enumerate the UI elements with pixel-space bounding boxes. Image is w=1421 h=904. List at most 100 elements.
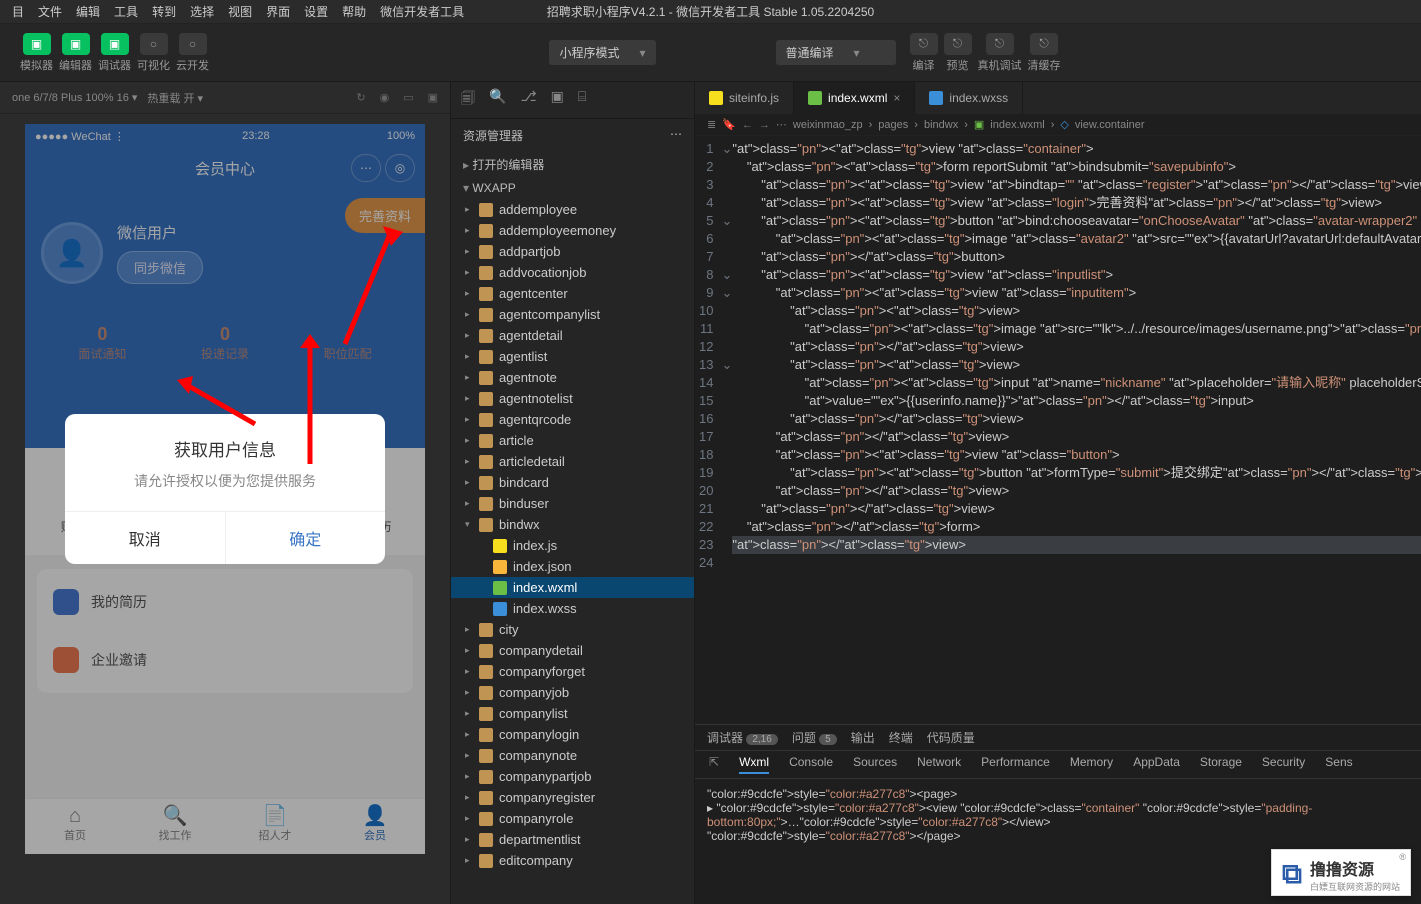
inspect-icon[interactable]: ⇱	[709, 755, 719, 774]
more-icon[interactable]: ⋯	[670, 127, 682, 144]
phone-preview: ●●●●● WeChat ⋮ 23:28 100% 会员中心 ⋯ ◎ 完善资料 …	[25, 124, 425, 854]
folder-binduser[interactable]: binduser	[451, 493, 694, 514]
bug-icon: ▣	[101, 33, 129, 55]
menu-item[interactable]: 工具	[108, 1, 144, 22]
menu-item[interactable]: 编辑	[70, 1, 106, 22]
folder-companyjob[interactable]: companyjob	[451, 682, 694, 703]
file-index.wxml[interactable]: index.wxml	[451, 577, 694, 598]
editor-tab[interactable]: index.wxss	[915, 82, 1023, 114]
dbg-tab[interactable]: 代码质量	[927, 729, 975, 746]
dbg-tab[interactable]: 输出	[851, 729, 875, 746]
dbg-pane[interactable]: Storage	[1200, 755, 1242, 774]
code-button[interactable]: ▣编辑器	[59, 33, 92, 73]
folder-city[interactable]: city	[451, 619, 694, 640]
menu-item[interactable]: 选择	[184, 1, 220, 22]
menu-item[interactable]: 设置	[298, 1, 334, 22]
dbg-pane[interactable]: Performance	[981, 755, 1050, 774]
grid-button[interactable]: ○可视化	[137, 33, 170, 73]
folder-companylist[interactable]: companylist	[451, 703, 694, 724]
editor-tab[interactable]: siteinfo.js	[695, 82, 794, 114]
phone-button[interactable]: ▣模拟器	[20, 33, 53, 73]
folder-departmentlist[interactable]: departmentlist	[451, 829, 694, 850]
folder-companyregister[interactable]: companyregister	[451, 787, 694, 808]
menu-item[interactable]: 转到	[146, 1, 182, 22]
layers-icon[interactable]: ▣	[428, 91, 438, 104]
section-open-editors[interactable]: 打开的编辑器	[451, 152, 694, 177]
folder-bindcard[interactable]: bindcard	[451, 472, 694, 493]
file-index.js[interactable]: index.js	[451, 535, 694, 556]
cloud-button[interactable]: ○云开发	[176, 33, 209, 73]
refresh-icon[interactable]: ⎋编译	[910, 33, 938, 73]
bookmark-icon[interactable]: 🔖	[722, 118, 736, 131]
editor-tab[interactable]: index.wxml ×	[794, 82, 915, 114]
folder-companypartjob[interactable]: companypartjob	[451, 766, 694, 787]
file-index.wxss[interactable]: index.wxss	[451, 598, 694, 619]
menu-item[interactable]: 目	[6, 1, 30, 22]
folder-companyrole[interactable]: companyrole	[451, 808, 694, 829]
folder-addemployee[interactable]: addemployee	[451, 199, 694, 220]
inbox-icon[interactable]: ⌸	[578, 88, 586, 112]
code-editor[interactable]: "at">class="pn"><"at">class="tg">view "a…	[732, 136, 1421, 724]
folder-companylogin[interactable]: companylogin	[451, 724, 694, 745]
folder-companyforget[interactable]: companyforget	[451, 661, 694, 682]
folder-agentcenter[interactable]: agentcenter	[451, 283, 694, 304]
record-icon[interactable]: ◉	[380, 91, 390, 104]
eye-icon[interactable]: ⎋预览	[944, 33, 972, 73]
list-icon[interactable]: ≣	[707, 118, 716, 131]
dbg-tab[interactable]: 调试器 2,16	[707, 729, 778, 746]
device-icon[interactable]: ▭	[403, 91, 413, 104]
dbg-pane[interactable]: Security	[1262, 755, 1305, 774]
device-icon[interactable]: ⎋真机调试	[978, 33, 1022, 73]
compile-dropdown[interactable]: 普通编译	[776, 40, 896, 65]
hotreload-dropdown[interactable]: 热重载 开	[147, 90, 203, 106]
dbg-tab[interactable]: 问题 5	[792, 729, 837, 746]
folder-agentcompanylist[interactable]: agentcompanylist	[451, 304, 694, 325]
dbg-pane[interactable]: Console	[789, 755, 833, 774]
folder-bindwx[interactable]: bindwx	[451, 514, 694, 535]
folder-companydetail[interactable]: companydetail	[451, 640, 694, 661]
folder-agentqrcode[interactable]: agentqrcode	[451, 409, 694, 430]
folder-article[interactable]: article	[451, 430, 694, 451]
menu-item[interactable]: 帮助	[336, 1, 372, 22]
breadcrumb[interactable]: ≣ 🔖 ← → ⋯ weixinmao_zp › pages › bindwx …	[695, 114, 1421, 136]
search-icon[interactable]: 🔍	[489, 88, 506, 112]
modal-cancel-button[interactable]: 取消	[65, 512, 226, 564]
dbg-pane[interactable]: Network	[917, 755, 961, 774]
menu-item[interactable]: 界面	[260, 1, 296, 22]
dbg-pane[interactable]: Sens	[1325, 755, 1352, 774]
folder-companynote[interactable]: companynote	[451, 745, 694, 766]
rotate-icon[interactable]: ↻	[356, 91, 365, 104]
back-icon[interactable]: ←	[742, 119, 753, 131]
menu-item[interactable]: 视图	[222, 1, 258, 22]
folder-agentdetail[interactable]: agentdetail	[451, 325, 694, 346]
dbg-pane[interactable]: AppData	[1133, 755, 1180, 774]
dbg-pane[interactable]: Wxml	[739, 755, 769, 774]
folder-addpartjob[interactable]: addpartjob	[451, 241, 694, 262]
dbg-pane[interactable]: Memory	[1070, 755, 1113, 774]
bug-button[interactable]: ▣调试器	[98, 33, 131, 73]
folder-addvocationjob[interactable]: addvocationjob	[451, 262, 694, 283]
dbg-pane[interactable]: Sources	[853, 755, 897, 774]
folder-agentlist[interactable]: agentlist	[451, 346, 694, 367]
clear-icon[interactable]: ⎋清缓存	[1028, 33, 1061, 73]
folder-addemployeemoney[interactable]: addemployeemoney	[451, 220, 694, 241]
phone-icon: ▣	[23, 33, 51, 55]
file-index.json[interactable]: index.json	[451, 556, 694, 577]
window-title: 招聘求职小程序V4.2.1 - 微信开发者工具 Stable 1.05.2204…	[541, 1, 880, 22]
section-wxapp[interactable]: WXAPP	[451, 177, 694, 199]
menu-item[interactable]: 文件	[32, 1, 68, 22]
modal-ok-button[interactable]: 确定	[226, 512, 386, 564]
close-icon[interactable]: ×	[893, 91, 900, 105]
mode-dropdown[interactable]: 小程序模式	[549, 40, 655, 65]
menu-item[interactable]: 微信开发者工具	[374, 1, 470, 22]
folder-articledetail[interactable]: articledetail	[451, 451, 694, 472]
folder-agentnotelist[interactable]: agentnotelist	[451, 388, 694, 409]
dbg-tab[interactable]: 终端	[889, 729, 913, 746]
files-icon[interactable]: 🗐	[461, 88, 475, 112]
folder-editcompany[interactable]: editcompany	[451, 850, 694, 871]
folder-agentnote[interactable]: agentnote	[451, 367, 694, 388]
ext-icon[interactable]: ▣	[551, 88, 564, 112]
branch-icon[interactable]: ⎇	[520, 88, 536, 112]
forward-icon[interactable]: →	[759, 119, 770, 131]
device-dropdown[interactable]: one 6/7/8 Plus 100% 16	[12, 91, 137, 104]
